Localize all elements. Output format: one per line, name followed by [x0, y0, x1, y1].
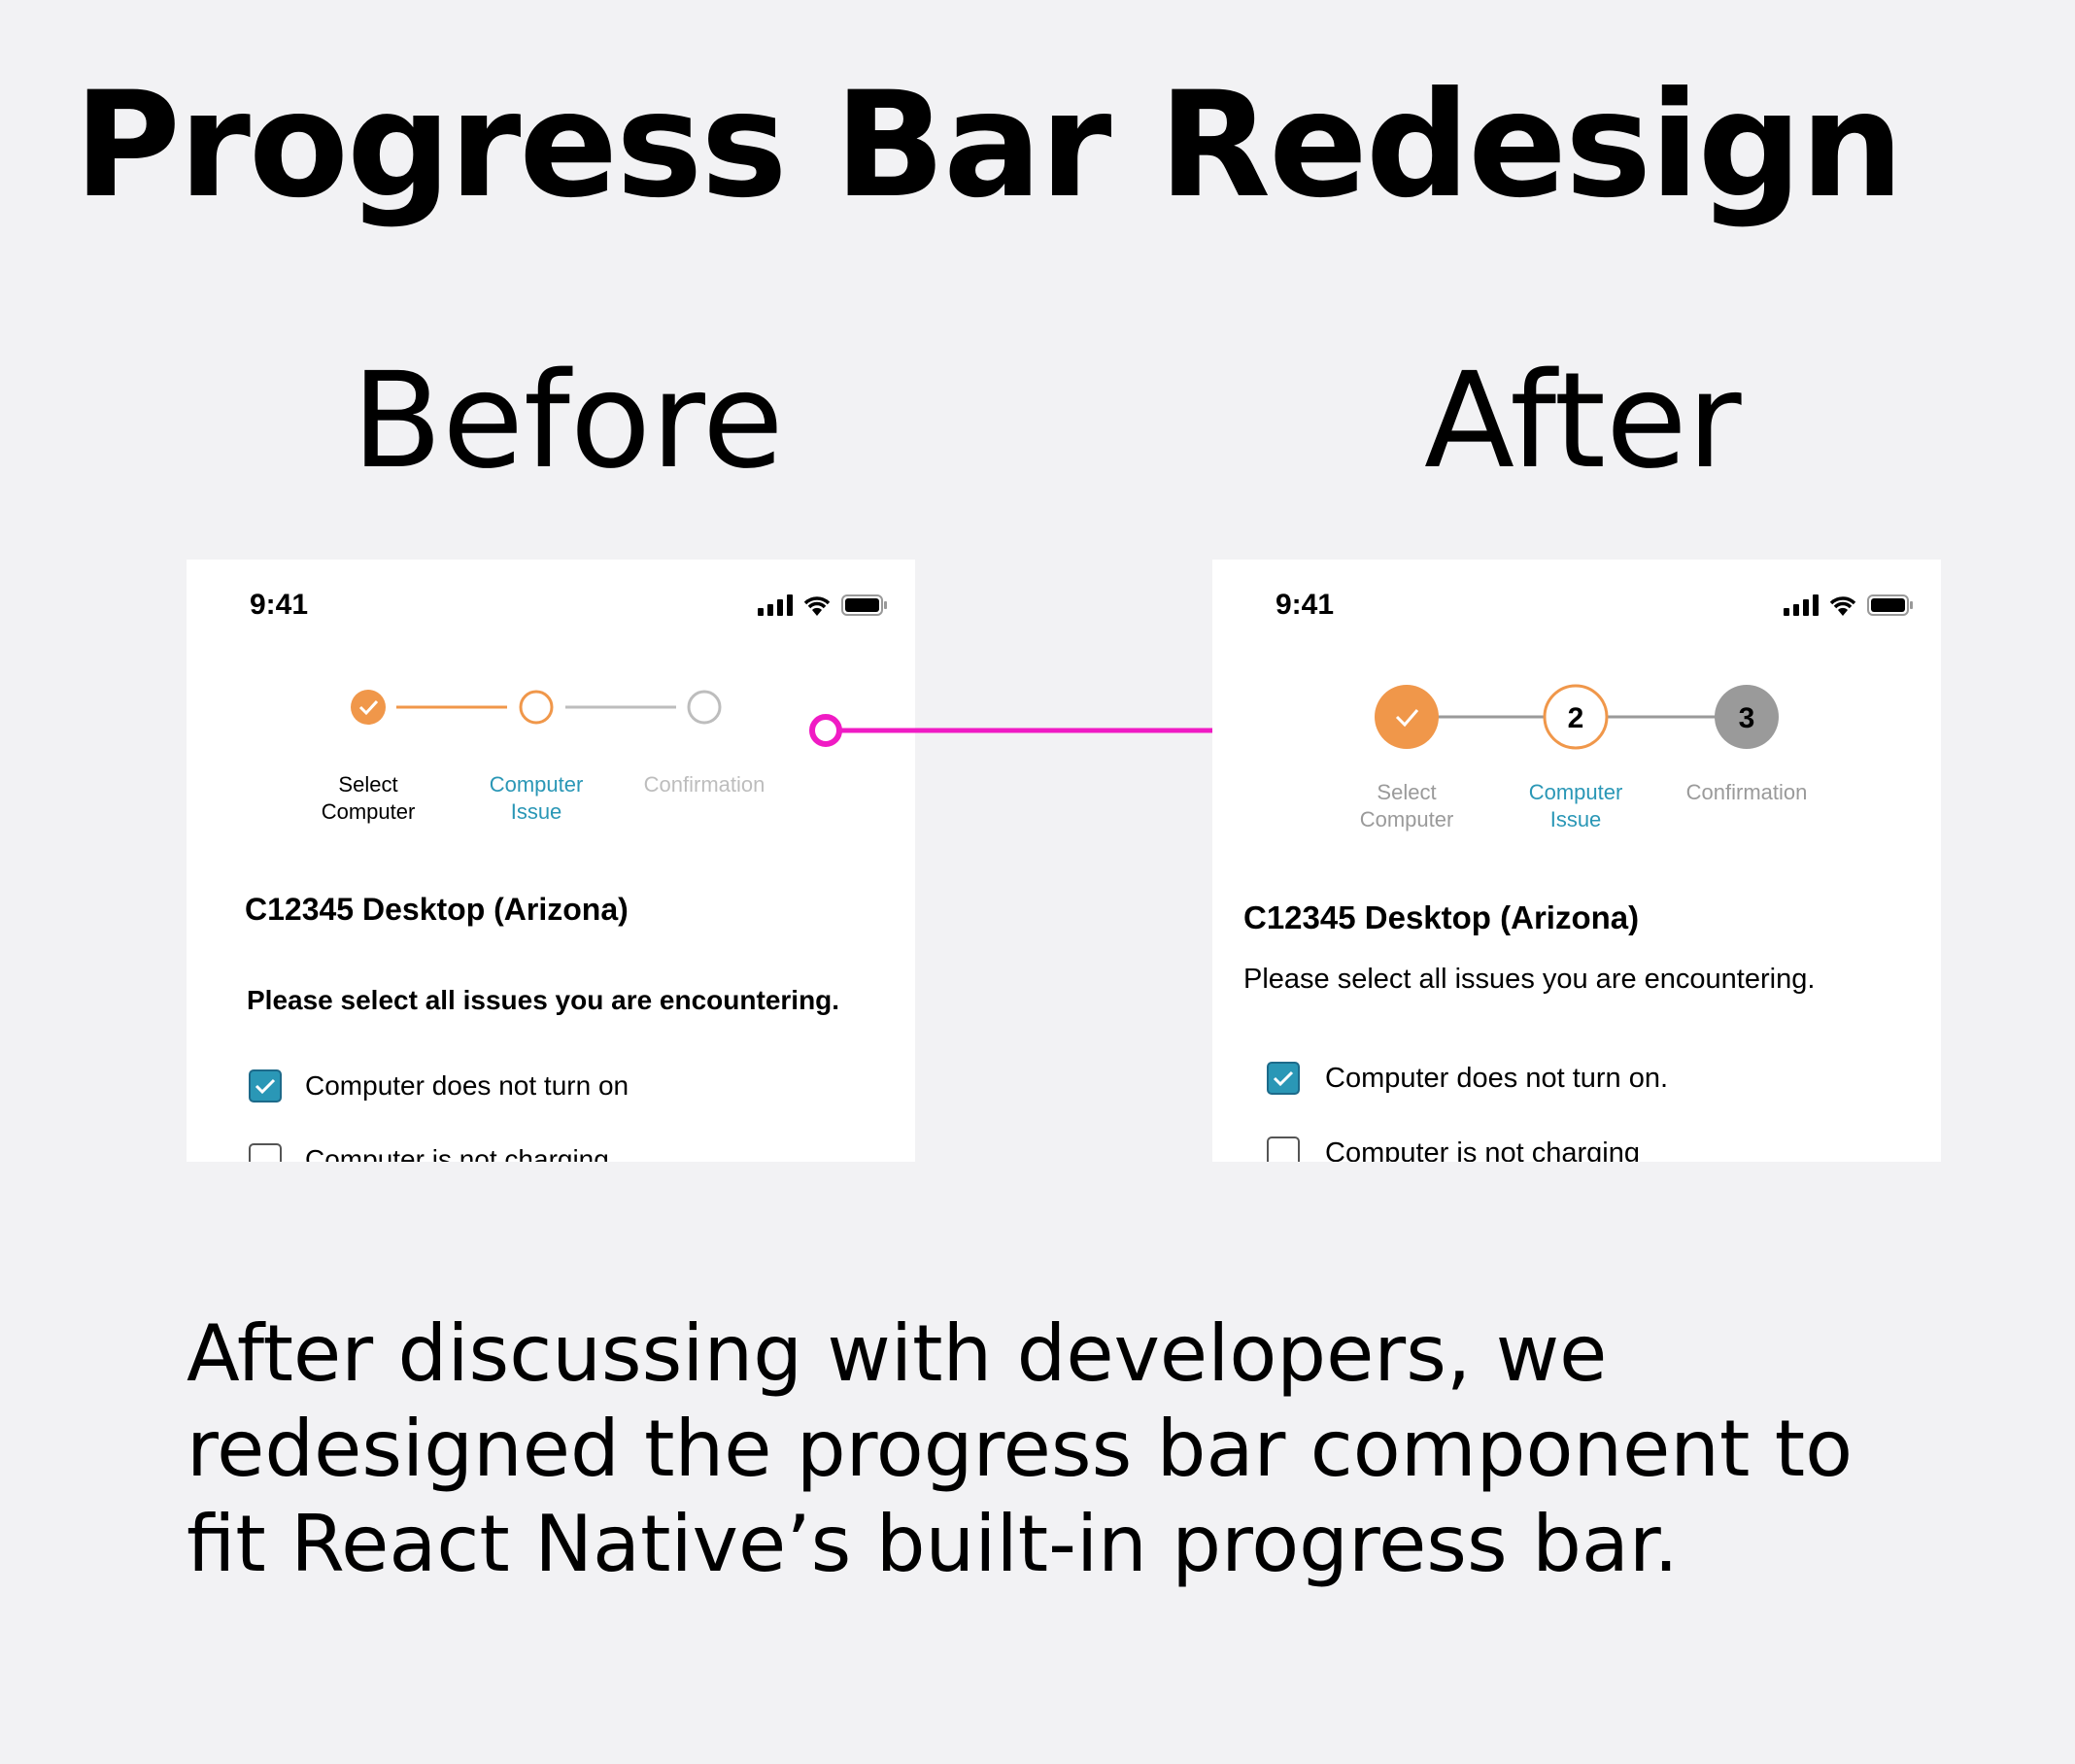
- status-time: 9:41: [250, 589, 309, 621]
- caption: After discussing with developers, we red…: [187, 1308, 1854, 1589]
- step-2-current-circle[interactable]: [519, 690, 554, 725]
- issue-label: Computer does not turn on.: [1325, 1062, 1669, 1094]
- issue-prompt: Please select all issues you are encount…: [247, 985, 840, 1015]
- check-icon: [255, 1078, 276, 1095]
- issue-label: Computer does not turn on: [305, 1070, 629, 1101]
- issue-row[interactable]: Computer does not turn on: [249, 1069, 629, 1102]
- status-icons: [1784, 594, 1914, 616]
- after-screen: 9:41 2 3 Select Computer Computer Issue Co…: [1212, 560, 1941, 1162]
- step-3-inactive-circle[interactable]: [687, 690, 722, 725]
- checkbox-unchecked[interactable]: [1267, 1136, 1300, 1162]
- wifi-icon: [1829, 596, 1856, 616]
- status-time: 9:41: [1276, 589, 1335, 621]
- after-label: After: [1424, 345, 1742, 498]
- before-label: Before: [352, 345, 784, 498]
- issue-prompt: Please select all issues you are encount…: [1243, 964, 1816, 995]
- battery-icon: [1867, 594, 1913, 616]
- page-title: Progress Bar Redesign: [74, 61, 1904, 230]
- step-3-label: Confirmation: [643, 772, 765, 797]
- issue-row[interactable]: Computer does not turn on.: [1267, 1062, 1668, 1095]
- checkbox-checked[interactable]: [249, 1069, 282, 1102]
- step-2-number: 2: [1568, 702, 1584, 734]
- step-1-complete-circle[interactable]: [351, 690, 386, 725]
- checkbox-checked[interactable]: [1267, 1062, 1300, 1095]
- before-screen: 9:41 Select Computer Computer Issue Confir…: [187, 560, 915, 1162]
- issue-label: Computer is not charging: [1325, 1136, 1640, 1163]
- step-1-complete-circle[interactable]: [1375, 685, 1439, 749]
- computer-heading: C12345 Desktop (Arizona): [245, 892, 629, 927]
- status-icons: [758, 594, 888, 616]
- issue-row[interactable]: Computer is not charging: [1267, 1136, 1640, 1162]
- checkbox-unchecked[interactable]: [249, 1143, 282, 1162]
- check-icon: [1273, 1070, 1294, 1087]
- battery-icon: [841, 594, 887, 616]
- step-3-label: Confirmation: [1685, 780, 1808, 804]
- signal-icon: [1784, 594, 1819, 616]
- signal-icon: [758, 594, 793, 616]
- computer-heading: C12345 Desktop (Arizona): [1243, 899, 1640, 935]
- issue-label: Computer is not charging: [305, 1144, 609, 1162]
- issue-row[interactable]: Computer is not charging: [249, 1143, 609, 1162]
- step-3-number: 3: [1739, 702, 1755, 734]
- wifi-icon: [803, 596, 831, 616]
